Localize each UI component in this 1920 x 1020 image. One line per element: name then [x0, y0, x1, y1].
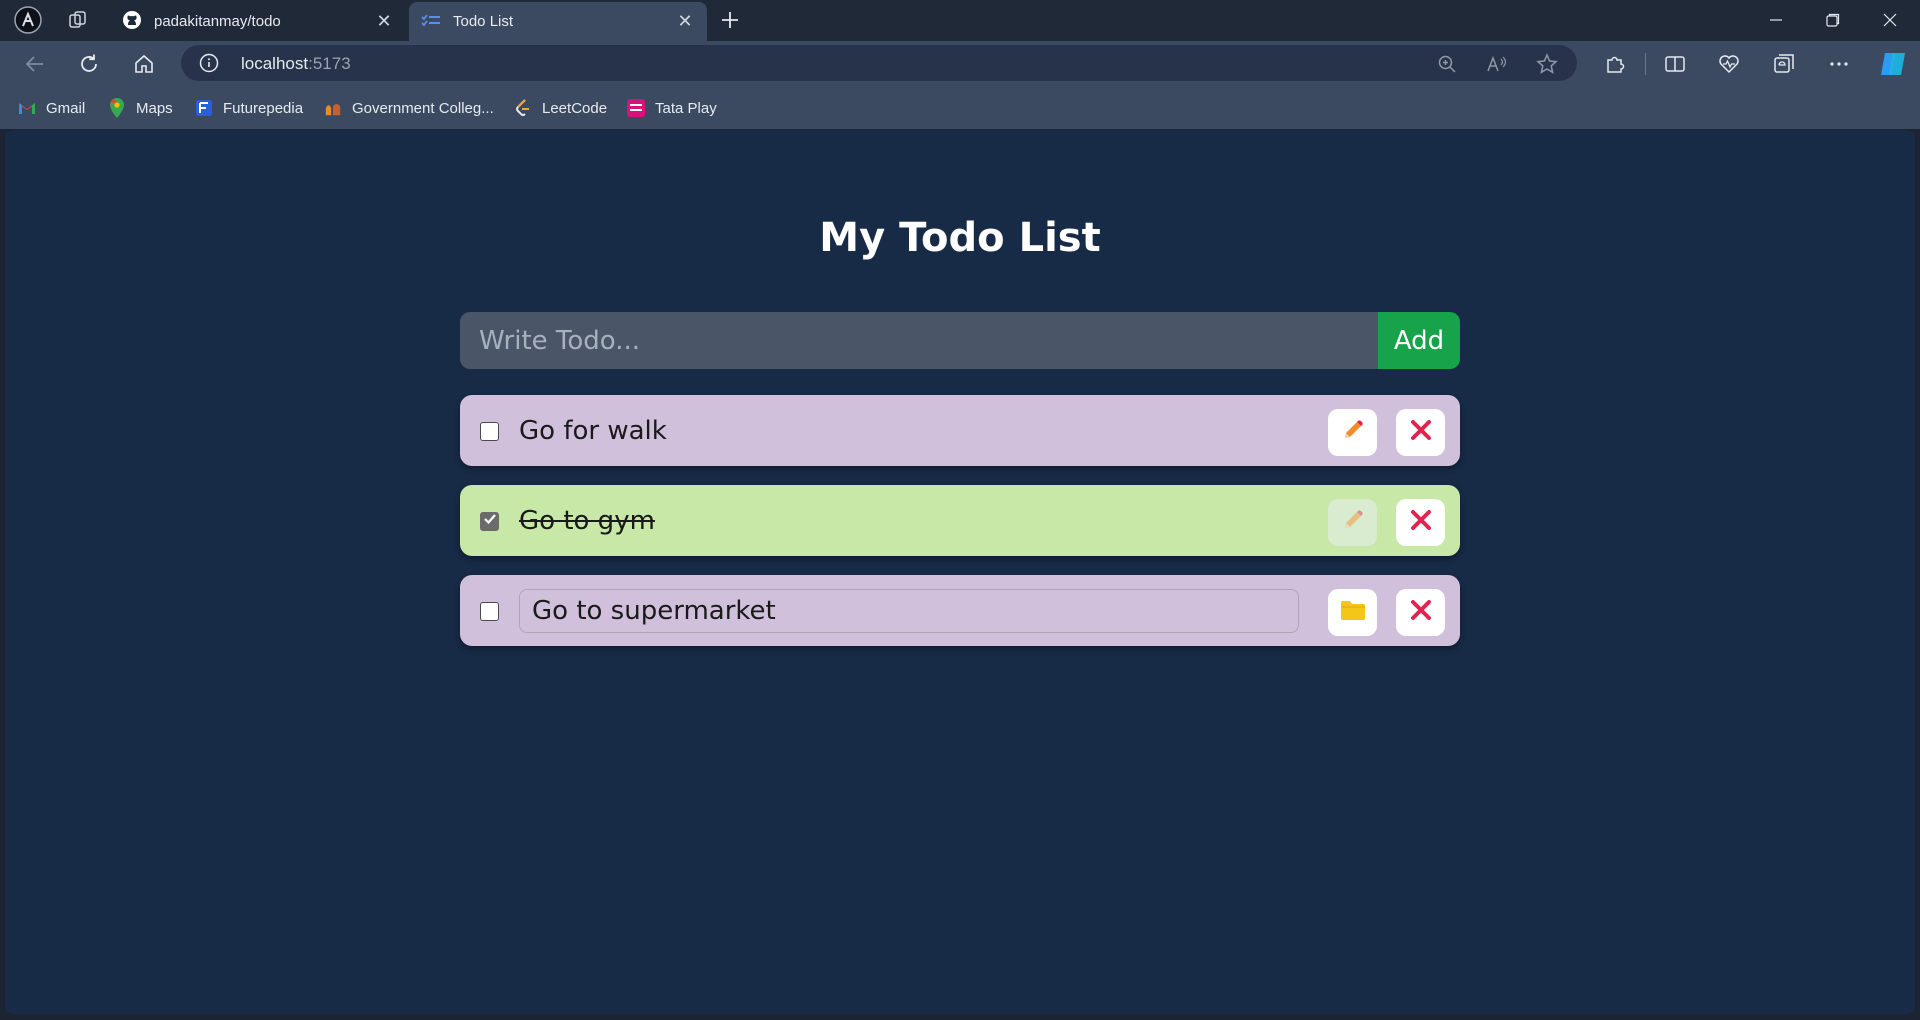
minimize-icon[interactable] — [1748, 0, 1804, 40]
favorite-star-icon[interactable] — [1535, 52, 1559, 76]
navigation-bar: localhost:5173 — [0, 41, 1920, 86]
pencil-icon — [1341, 418, 1365, 447]
save-button[interactable] — [1328, 589, 1377, 636]
bookmarks-bar: Gmail Maps Futurepedia Government Colleg… — [0, 86, 1920, 129]
back-icon[interactable] — [18, 47, 52, 81]
todo-form: Add — [460, 312, 1460, 369]
tataplay-icon — [627, 99, 645, 117]
bookmark-label: LeetCode — [542, 99, 608, 117]
todo-item-completed: Go to gym — [460, 485, 1460, 556]
leetcode-icon — [514, 99, 532, 117]
gmail-icon — [18, 99, 36, 117]
bookmark-tata-play[interactable]: Tata Play — [627, 97, 717, 119]
todo-edit-input[interactable]: Go to supermarket — [519, 589, 1299, 633]
close-window-icon[interactable] — [1862, 0, 1918, 40]
home-icon[interactable] — [127, 47, 161, 81]
toolbar-divider — [1645, 53, 1646, 75]
copilot-icon[interactable] — [1876, 47, 1910, 81]
zoom-icon[interactable] — [1435, 52, 1459, 76]
bookmark-label: Gmail — [46, 99, 86, 117]
delete-button[interactable] — [1396, 589, 1445, 636]
todo-checkbox[interactable] — [480, 422, 499, 441]
extensions-icon[interactable] — [1598, 47, 1632, 81]
tab-github[interactable]: padakitanmay/todo ✕ — [110, 2, 406, 41]
delete-button[interactable] — [1396, 409, 1445, 456]
close-icon — [1410, 419, 1432, 446]
url-port: :5173 — [308, 54, 351, 73]
college-icon — [324, 99, 342, 117]
todo-checkbox-checked[interactable] — [480, 512, 499, 531]
close-tab-icon[interactable]: ✕ — [675, 11, 695, 32]
checkmark-icon — [483, 512, 497, 531]
github-icon — [122, 10, 142, 34]
tab-title: padakitanmay/todo — [154, 13, 281, 30]
browser-essentials-icon[interactable] — [1712, 47, 1746, 81]
todo-checkbox[interactable] — [480, 602, 499, 621]
delete-button[interactable] — [1396, 499, 1445, 546]
page-title: My Todo List — [819, 215, 1101, 261]
split-screen-icon[interactable] — [1658, 47, 1692, 81]
restore-icon[interactable] — [1805, 0, 1861, 40]
new-tab-icon[interactable] — [716, 6, 744, 34]
workspaces-icon[interactable] — [62, 4, 94, 36]
read-aloud-icon[interactable] — [1485, 52, 1509, 76]
bookmark-label: Futurepedia — [223, 99, 304, 117]
futurepedia-icon — [195, 99, 213, 117]
todo-favicon-icon — [421, 12, 441, 32]
close-icon — [1410, 509, 1432, 536]
bookmark-label: Government Colleg... — [352, 99, 494, 117]
todo-item-editing: Go to supermarket — [460, 575, 1460, 646]
url-host: localhost — [241, 54, 309, 73]
close-icon — [1410, 599, 1432, 626]
add-button[interactable]: Add — [1378, 312, 1460, 369]
bookmark-futurepedia[interactable]: Futurepedia — [195, 97, 303, 119]
edit-button-disabled[interactable] — [1328, 499, 1377, 546]
bookmark-government-college[interactable]: Government Colleg... — [324, 97, 494, 119]
todo-text: Go to gym — [519, 506, 655, 536]
todo-input[interactable] — [460, 312, 1378, 369]
bookmark-leetcode[interactable]: LeetCode — [514, 97, 607, 119]
close-tab-icon[interactable]: ✕ — [374, 11, 394, 32]
collections-icon[interactable] — [1767, 47, 1801, 81]
page-viewport: My Todo List Add Go for walk — [5, 130, 1915, 1014]
edit-button[interactable] — [1328, 409, 1377, 456]
tab-todo-list[interactable]: Todo List ✕ — [409, 2, 707, 41]
bookmark-gmail[interactable]: Gmail — [18, 97, 85, 119]
profile-icon[interactable] — [12, 4, 44, 36]
tab-title: Todo List — [453, 13, 514, 30]
maps-icon — [108, 98, 126, 118]
folder-icon — [1340, 599, 1366, 626]
todo-text: Go for walk — [519, 416, 667, 446]
more-options-icon[interactable] — [1822, 47, 1856, 81]
bookmark-maps[interactable]: Maps — [108, 97, 173, 119]
site-info-icon[interactable] — [199, 53, 219, 73]
address-bar[interactable]: localhost:5173 — [181, 45, 1577, 81]
todo-item: Go for walk — [460, 395, 1460, 466]
refresh-icon[interactable] — [72, 47, 106, 81]
bookmark-label: Maps — [136, 99, 173, 117]
url-text[interactable]: localhost:5173 — [241, 54, 351, 74]
tab-bar: padakitanmay/todo ✕ Todo List ✕ — [0, 0, 1920, 41]
bookmark-label: Tata Play — [655, 99, 717, 117]
pencil-icon — [1341, 508, 1365, 537]
